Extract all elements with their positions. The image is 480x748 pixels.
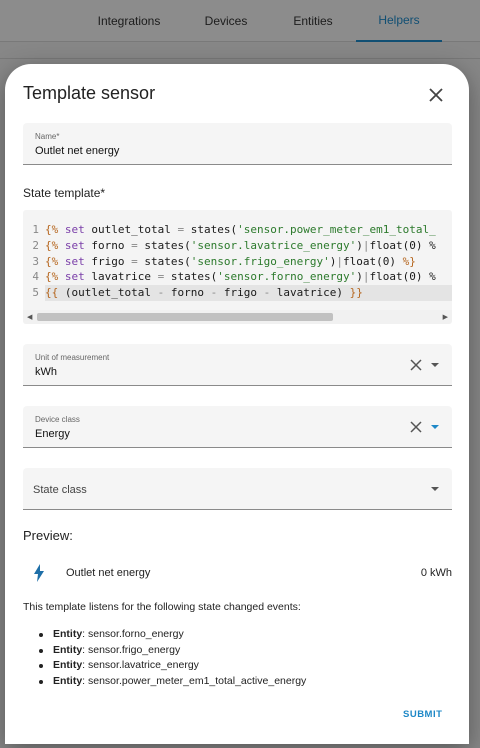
- entity-id: : sensor.forno_energy: [82, 628, 184, 640]
- scroll-right-icon[interactable]: ▶: [443, 313, 448, 321]
- entity-prefix: Entity: [53, 674, 83, 687]
- name-field-label: Name*: [35, 132, 60, 141]
- list-item: Entity: sensor.frigo_energy: [35, 643, 306, 659]
- close-button[interactable]: [427, 86, 445, 104]
- line-number: 2: [32, 238, 39, 252]
- preview-entity-name: Outlet net energy: [66, 567, 151, 579]
- line-number: 3: [32, 254, 39, 268]
- line-number: 4: [32, 270, 39, 284]
- state-template-label: State template*: [23, 186, 106, 200]
- chevron-down-icon[interactable]: [430, 485, 440, 493]
- chevron-down-icon[interactable]: [430, 423, 440, 431]
- dialog-title: Template sensor: [23, 83, 156, 103]
- device-class-value: Energy: [35, 428, 70, 440]
- unit-of-measurement-field[interactable]: Unit of measurement kWh: [23, 344, 452, 386]
- line-number: 1: [32, 223, 39, 236]
- clear-icon[interactable]: [410, 359, 422, 371]
- state-class-placeholder: State class: [33, 484, 87, 496]
- line-number-gutter: 1 2 3 4 5: [23, 222, 41, 301]
- submit-button[interactable]: SUBMIT: [403, 709, 442, 720]
- preview-entity-value: 0 kWh: [420, 567, 452, 579]
- code-line[interactable]: {% set outlet_total = states('sensor.pow…: [45, 222, 452, 238]
- device-class-label: Device class: [35, 415, 80, 424]
- lightning-bolt-icon: [34, 564, 44, 582]
- entity-list: Entity: sensor.forno_energy Entity: sens…: [35, 627, 306, 689]
- unit-field-value: kWh: [35, 366, 57, 378]
- list-item: Entity: sensor.power_meter_em1_total_act…: [35, 674, 306, 690]
- listens-description: This template listens for the following …: [23, 601, 301, 613]
- entity-prefix: Entity: [53, 659, 83, 671]
- scroll-left-icon[interactable]: ◀: [27, 313, 32, 321]
- name-field-value: Outlet net energy: [35, 145, 120, 157]
- code-line[interactable]: {% set lavatrice = states('sensor.forno_…: [45, 269, 452, 285]
- entity-prefix: Entity: [53, 643, 83, 656]
- preview-heading: Preview:: [23, 528, 73, 543]
- preview-entity-row[interactable]: Outlet net energy 0 kWh: [23, 558, 452, 588]
- state-class-field[interactable]: State class: [23, 468, 452, 510]
- template-sensor-dialog: Template sensor Name* Outlet net energy …: [5, 64, 469, 744]
- code-line[interactable]: {% set frigo = states('sensor.frigo_ener…: [45, 254, 452, 270]
- unit-field-label: Unit of measurement: [35, 353, 110, 362]
- name-field[interactable]: Name* Outlet net energy: [23, 123, 452, 165]
- entity-prefix: Entity: [53, 628, 83, 640]
- line-number: 5: [32, 286, 39, 300]
- code-line[interactable]: {{ (outlet_total - forno - frigo - lavat…: [45, 285, 452, 301]
- entity-id: : sensor.frigo_energy: [82, 643, 181, 656]
- clear-icon[interactable]: [410, 421, 422, 433]
- scrollbar-thumb[interactable]: [37, 313, 333, 321]
- horizontal-scrollbar[interactable]: ◀ ▶: [23, 310, 452, 324]
- list-item: Entity: sensor.lavatrice_energy: [35, 658, 306, 674]
- state-template-editor[interactable]: 1 2 3 4 5 {% set outlet_total = states('…: [23, 210, 452, 324]
- device-class-field[interactable]: Device class Energy: [23, 406, 452, 448]
- close-icon: [429, 88, 443, 102]
- entity-id: : sensor.power_meter_em1_total_active_en…: [82, 674, 307, 687]
- chevron-down-icon[interactable]: [430, 361, 440, 369]
- code-lines[interactable]: {% set outlet_total = states('sensor.pow…: [45, 222, 452, 301]
- list-item: Entity: sensor.forno_energy: [35, 627, 306, 643]
- code-line[interactable]: {% set forno = states('sensor.lavatrice_…: [45, 238, 452, 254]
- entity-id: : sensor.lavatrice_energy: [82, 659, 199, 671]
